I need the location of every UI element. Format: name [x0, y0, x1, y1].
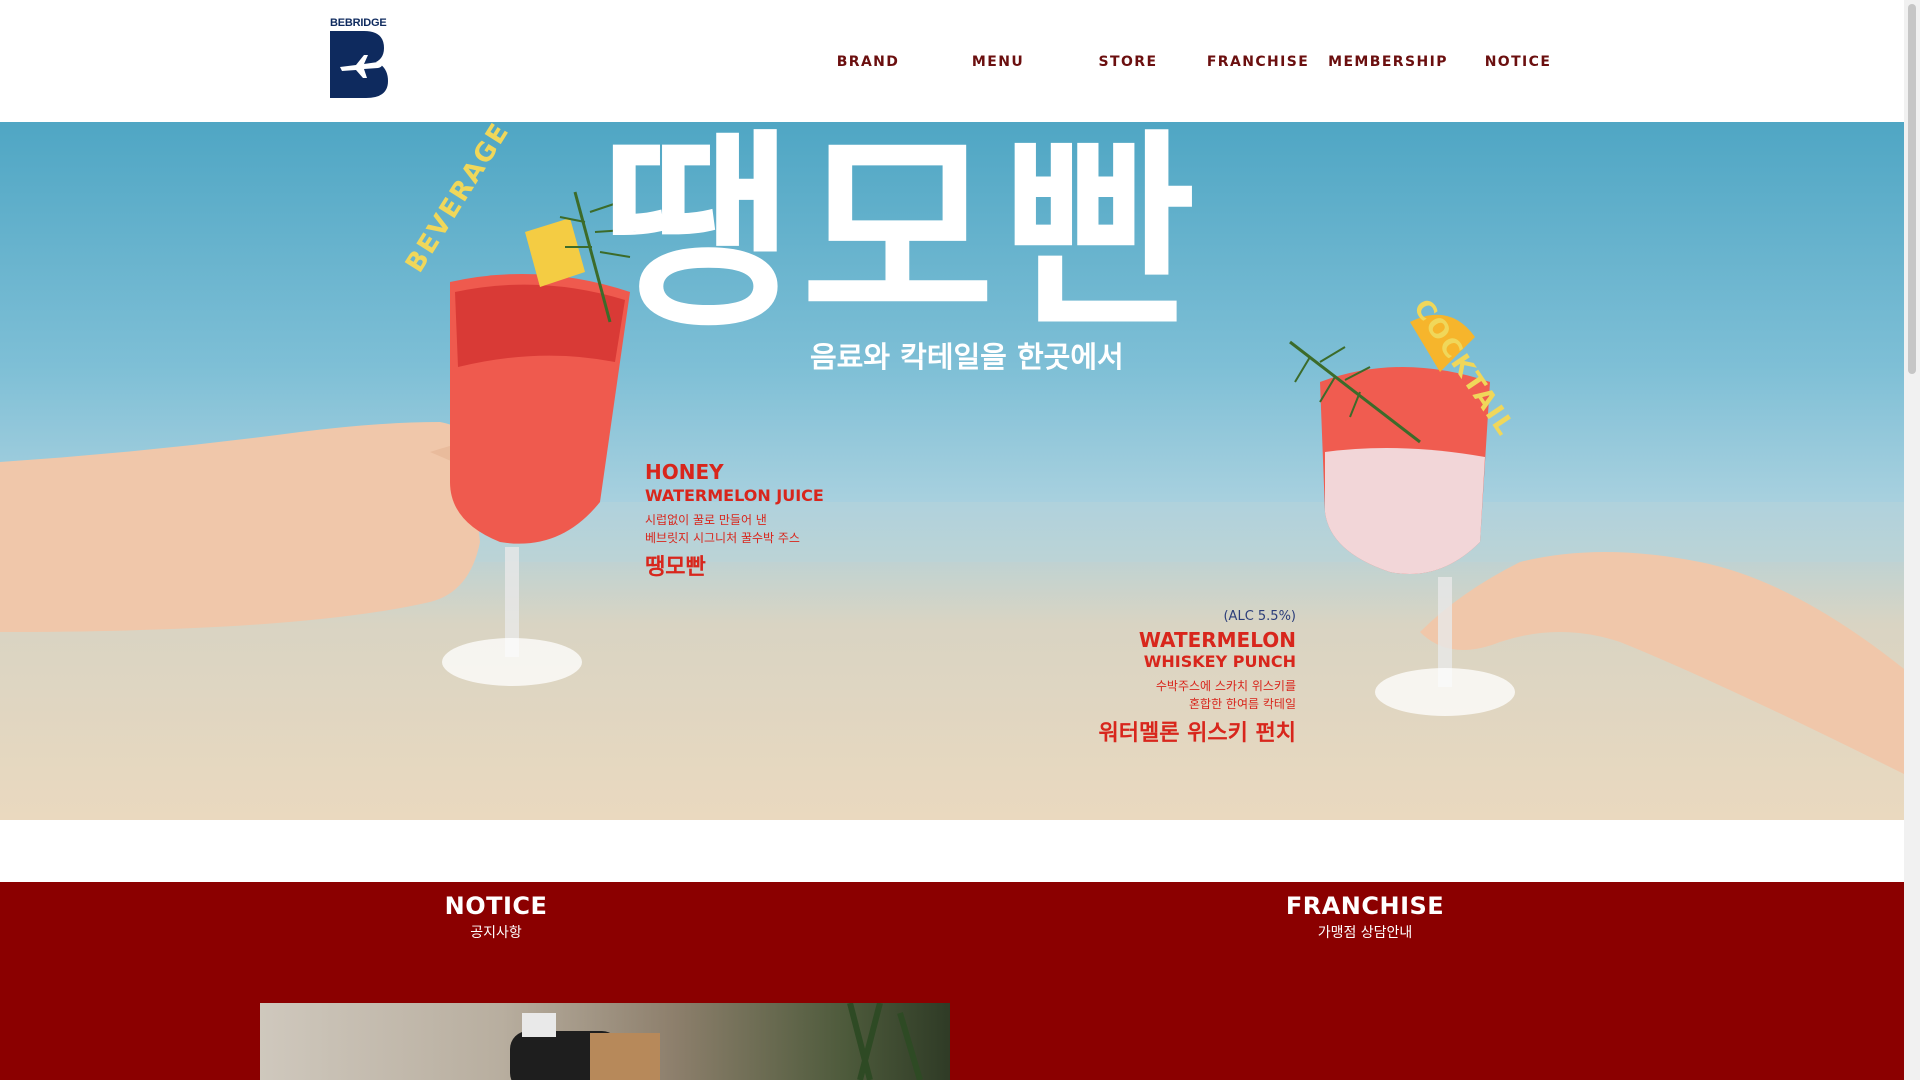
product2-desc-line2: 혼합한 한여름 칵테일	[1189, 697, 1296, 711]
franchise-heading[interactable]: FRANCHISE 가맹점 상담안내	[1286, 892, 1444, 942]
scrollbar-thumb[interactable]	[1908, 4, 1916, 374]
product-whiskey-punch: (ALC 5.5%) WATERMELON WHISKEY PUNCH 수박주스…	[1099, 609, 1296, 747]
product2-korean-name: 워터멜론 위스키 펀치	[1098, 721, 1296, 746]
product2-alc: (ALC 5.5%)	[1223, 609, 1296, 624]
nav-store[interactable]: STORE	[1099, 54, 1158, 70]
product-honey-watermelon: HONEY WATERMELON JUICE 시럽없이 꿀로 만들어 낸 베브릿…	[645, 460, 824, 581]
product2-desc-line1: 수박주스에 스카치 위스키를	[1155, 679, 1296, 693]
franchise-subtitle: 가맹점 상담안내	[1317, 925, 1413, 941]
product2-name-line2: WHISKEY PUNCH	[1143, 652, 1296, 671]
notice-image[interactable]	[260, 1003, 950, 1080]
product1-name-line1: HONEY	[645, 460, 724, 484]
product2-name-line1: WATERMELON	[1138, 628, 1296, 652]
notice-title: NOTICE	[444, 892, 548, 920]
page-scrollbar[interactable]	[1904, 0, 1920, 1080]
nav-menu[interactable]: MENU	[972, 54, 1024, 70]
product1-desc-line1: 시럽없이 꿀로 만들어 낸	[645, 513, 767, 527]
hero-subtitle: 음료와 칵테일을 한곳에서	[810, 340, 1124, 374]
notice-heading[interactable]: NOTICE 공지사항	[445, 892, 548, 942]
hero-banner[interactable]: 땡모빤 음료와 칵테일을 한곳에서 BEVERAGE COCKTAIL HONE…	[0, 122, 1920, 820]
site-header: BEBRIDGE BRAND MENU STORE FRANCHISE MEMB…	[0, 0, 1920, 122]
info-section: NOTICE 공지사항 FRANCHISE 가맹점 상담안내	[0, 882, 1920, 1080]
nav-franchise[interactable]: FRANCHISE	[1207, 54, 1309, 70]
nav-brand[interactable]: BRAND	[837, 54, 900, 70]
product1-desc-line2: 베브릿지 시그니처 꿀수박 주스	[645, 531, 800, 545]
hero-title: 땡모빤	[600, 122, 1204, 356]
notice-subtitle: 공지사항	[470, 925, 522, 941]
logo-b-airplane-icon	[330, 31, 388, 98]
nav-membership[interactable]: MEMBERSHIP	[1328, 54, 1448, 70]
brand-logo[interactable]: BEBRIDGE	[330, 17, 388, 99]
franchise-title: FRANCHISE	[1285, 892, 1445, 920]
product1-name-line2: WATERMELON JUICE	[645, 486, 824, 505]
notice-photo-art	[510, 1003, 923, 1080]
nav-notice[interactable]: NOTICE	[1485, 54, 1552, 70]
product1-korean-name: 땡모빤	[645, 555, 706, 580]
logo-wordmark: BEBRIDGE	[330, 17, 387, 29]
